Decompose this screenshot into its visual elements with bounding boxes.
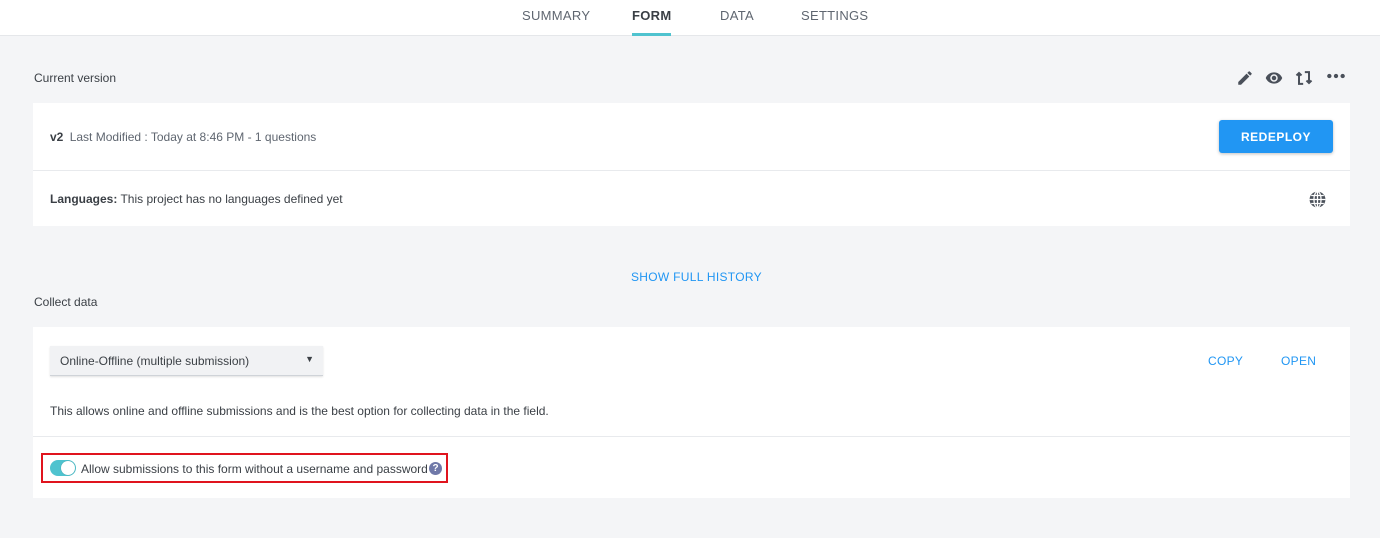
tab-form[interactable]: FORM (632, 0, 672, 36)
top-navigation: SUMMARY FORM DATA SETTINGS (0, 0, 1380, 36)
collect-data-heading: Collect data (34, 295, 98, 309)
pencil-icon[interactable] (1234, 67, 1256, 89)
anonymous-submissions-toggle[interactable] (50, 460, 76, 476)
current-version-heading: Current version (34, 71, 117, 85)
tab-settings[interactable]: SETTINGS (801, 0, 868, 36)
toggle-knob (61, 461, 75, 475)
divider (33, 170, 1350, 171)
copy-link[interactable]: COPY (1208, 354, 1243, 368)
collect-data-card: Online-Offline (multiple submission) ▼ C… (33, 327, 1350, 498)
globe-icon[interactable] (1306, 188, 1328, 210)
sync-arrows-icon[interactable] (1293, 67, 1315, 89)
collection-description: This allows online and offline submissio… (50, 404, 549, 418)
selected-option: Online-Offline (multiple submission) (60, 354, 250, 368)
show-full-history-link[interactable]: SHOW FULL HISTORY (631, 270, 762, 284)
languages-label: Languages: (50, 192, 118, 206)
anonymous-submissions-label: Allow submissions to this form without a… (81, 462, 428, 476)
open-link[interactable]: OPEN (1281, 354, 1316, 368)
chevron-down-icon: ▼ (305, 354, 314, 364)
tab-data[interactable]: DATA (720, 0, 754, 36)
last-modified-text: Last Modified : Today at 8:46 PM - 1 que… (69, 130, 317, 144)
languages-text: This project has no languages defined ye… (120, 192, 343, 206)
languages-row: Languages: This project has no languages… (50, 192, 343, 206)
divider (33, 436, 1350, 437)
redeploy-button[interactable]: REDEPLOY (1219, 120, 1333, 153)
version-number: v2 (50, 130, 64, 144)
tab-summary[interactable]: SUMMARY (522, 0, 590, 36)
collection-method-select[interactable]: Online-Offline (multiple submission) ▼ (50, 346, 323, 376)
version-info: v2 Last Modified : Today at 8:46 PM - 1 … (50, 130, 316, 144)
more-dots-icon[interactable] (1325, 65, 1347, 87)
current-version-card: v2 Last Modified : Today at 8:46 PM - 1 … (33, 103, 1350, 226)
eye-icon[interactable] (1263, 67, 1285, 89)
help-icon[interactable]: ? (429, 462, 442, 475)
